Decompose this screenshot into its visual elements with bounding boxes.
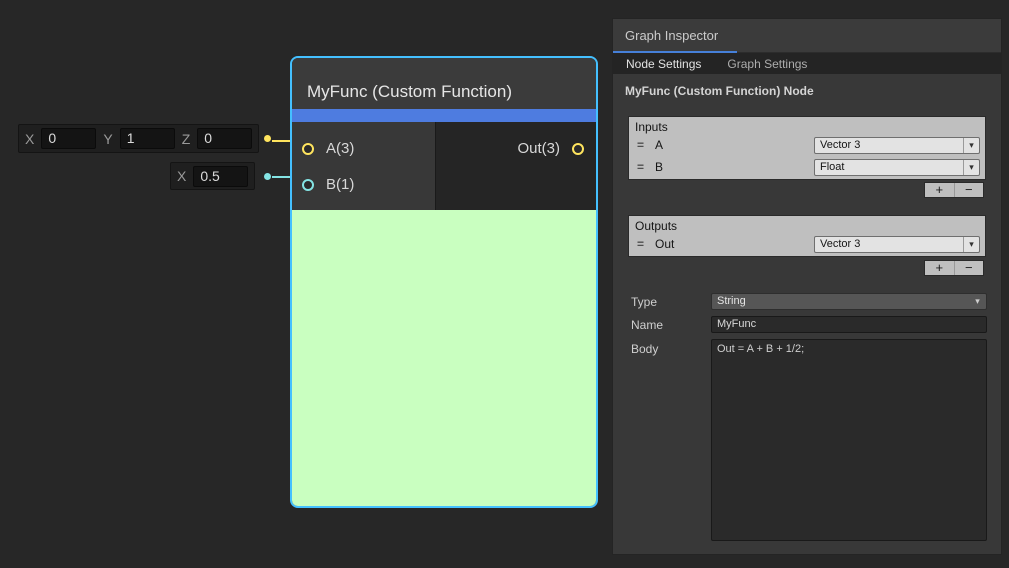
output-label: Out(3)	[517, 140, 560, 157]
inspector-tab-bar: Node Settings Graph Settings	[613, 53, 1001, 74]
name-label: Name	[631, 318, 663, 332]
body-textarea[interactable]: Out = A + B + 1/2;	[711, 339, 987, 541]
input-a-label: A(3)	[326, 140, 354, 157]
y-value-field[interactable]: 1	[120, 128, 175, 149]
custom-function-node[interactable]: MyFunc (Custom Function) A(3) B(1) Out(3…	[290, 56, 598, 508]
dropdown-value: Vector 3	[820, 139, 860, 151]
inspector-title-underline	[613, 51, 737, 53]
body-label: Body	[631, 342, 658, 356]
inputs-section: Inputs = A Vector 3 ▾ = B Float ▾	[628, 116, 986, 180]
inputs-list-footer: + −	[924, 182, 984, 198]
input-b-label: B(1)	[326, 176, 354, 193]
shader-graph-canvas: X 0 Y 1 Z 0 X 0.5 MyFunc (Custom Functio…	[0, 0, 1009, 568]
float-wire-dot	[264, 173, 271, 180]
float-value-field[interactable]: 0.5	[193, 166, 248, 187]
add-input-button[interactable]: +	[925, 183, 955, 197]
remove-output-button[interactable]: −	[955, 261, 984, 275]
dropdown-arrow-icon: ▾	[963, 138, 979, 153]
graph-inspector-panel: Graph Inspector Node Settings Graph Sett…	[612, 18, 1002, 555]
inputs-section-title: Inputs	[629, 117, 985, 135]
inspector-title: Graph Inspector	[625, 28, 718, 43]
output-type-dropdown[interactable]: Vector 3 ▾	[814, 236, 980, 253]
inspector-heading: MyFunc (Custom Function) Node	[613, 74, 1001, 98]
input-port-b-icon[interactable]	[302, 179, 314, 191]
input-row-name: B	[655, 160, 663, 174]
float-x-label: X	[177, 168, 186, 184]
dropdown-arrow-icon: ▾	[963, 237, 979, 252]
drag-handle-icon[interactable]: =	[637, 138, 644, 152]
output-row-name: Out	[655, 237, 674, 251]
vector3-input-widget: X 0 Y 1 Z 0	[18, 124, 259, 153]
tab-graph-settings[interactable]: Graph Settings	[727, 57, 807, 71]
tab-node-settings[interactable]: Node Settings	[626, 57, 701, 71]
input-row-name: A	[655, 138, 663, 152]
outputs-section-title: Outputs	[629, 216, 985, 234]
node-input-column	[292, 122, 436, 210]
drag-handle-icon[interactable]: =	[637, 237, 644, 251]
y-label: Y	[103, 131, 112, 147]
input-row-a: = A Vector 3 ▾	[629, 135, 985, 157]
node-ports-area: A(3) B(1) Out(3)	[292, 122, 596, 210]
output-row-out: = Out Vector 3 ▾	[629, 234, 985, 256]
dropdown-arrow-icon: ▾	[963, 160, 979, 175]
inspector-header: Graph Inspector	[613, 19, 1001, 53]
input-port-a-icon[interactable]	[302, 143, 314, 155]
float-input-widget: X 0.5	[170, 162, 255, 190]
drag-handle-icon[interactable]: =	[637, 160, 644, 174]
type-label: Type	[631, 295, 657, 309]
remove-input-button[interactable]: −	[955, 183, 984, 197]
x-label: X	[25, 131, 34, 147]
x-value-field[interactable]: 0	[41, 128, 96, 149]
node-title[interactable]: MyFunc (Custom Function)	[292, 58, 596, 109]
outputs-list-footer: + −	[924, 260, 984, 276]
dropdown-value: Vector 3	[820, 238, 860, 250]
dropdown-value: String	[717, 295, 746, 307]
input-a-type-dropdown[interactable]: Vector 3 ▾	[814, 137, 980, 154]
dropdown-arrow-icon: ▾	[971, 294, 984, 309]
outputs-section: Outputs = Out Vector 3 ▾	[628, 215, 986, 257]
output-port-icon[interactable]	[572, 143, 584, 155]
vector3-wire-dot	[264, 135, 271, 142]
dropdown-value: Float	[820, 161, 844, 173]
name-input[interactable]: MyFunc	[711, 316, 987, 333]
input-b-type-dropdown[interactable]: Float ▾	[814, 159, 980, 176]
z-value-field[interactable]: 0	[197, 128, 252, 149]
type-dropdown[interactable]: String ▾	[711, 293, 987, 310]
node-preview	[292, 210, 596, 508]
z-label: Z	[182, 131, 191, 147]
add-output-button[interactable]: +	[925, 261, 955, 275]
node-accent-bar	[292, 109, 596, 122]
input-row-b: = B Float ▾	[629, 157, 985, 179]
